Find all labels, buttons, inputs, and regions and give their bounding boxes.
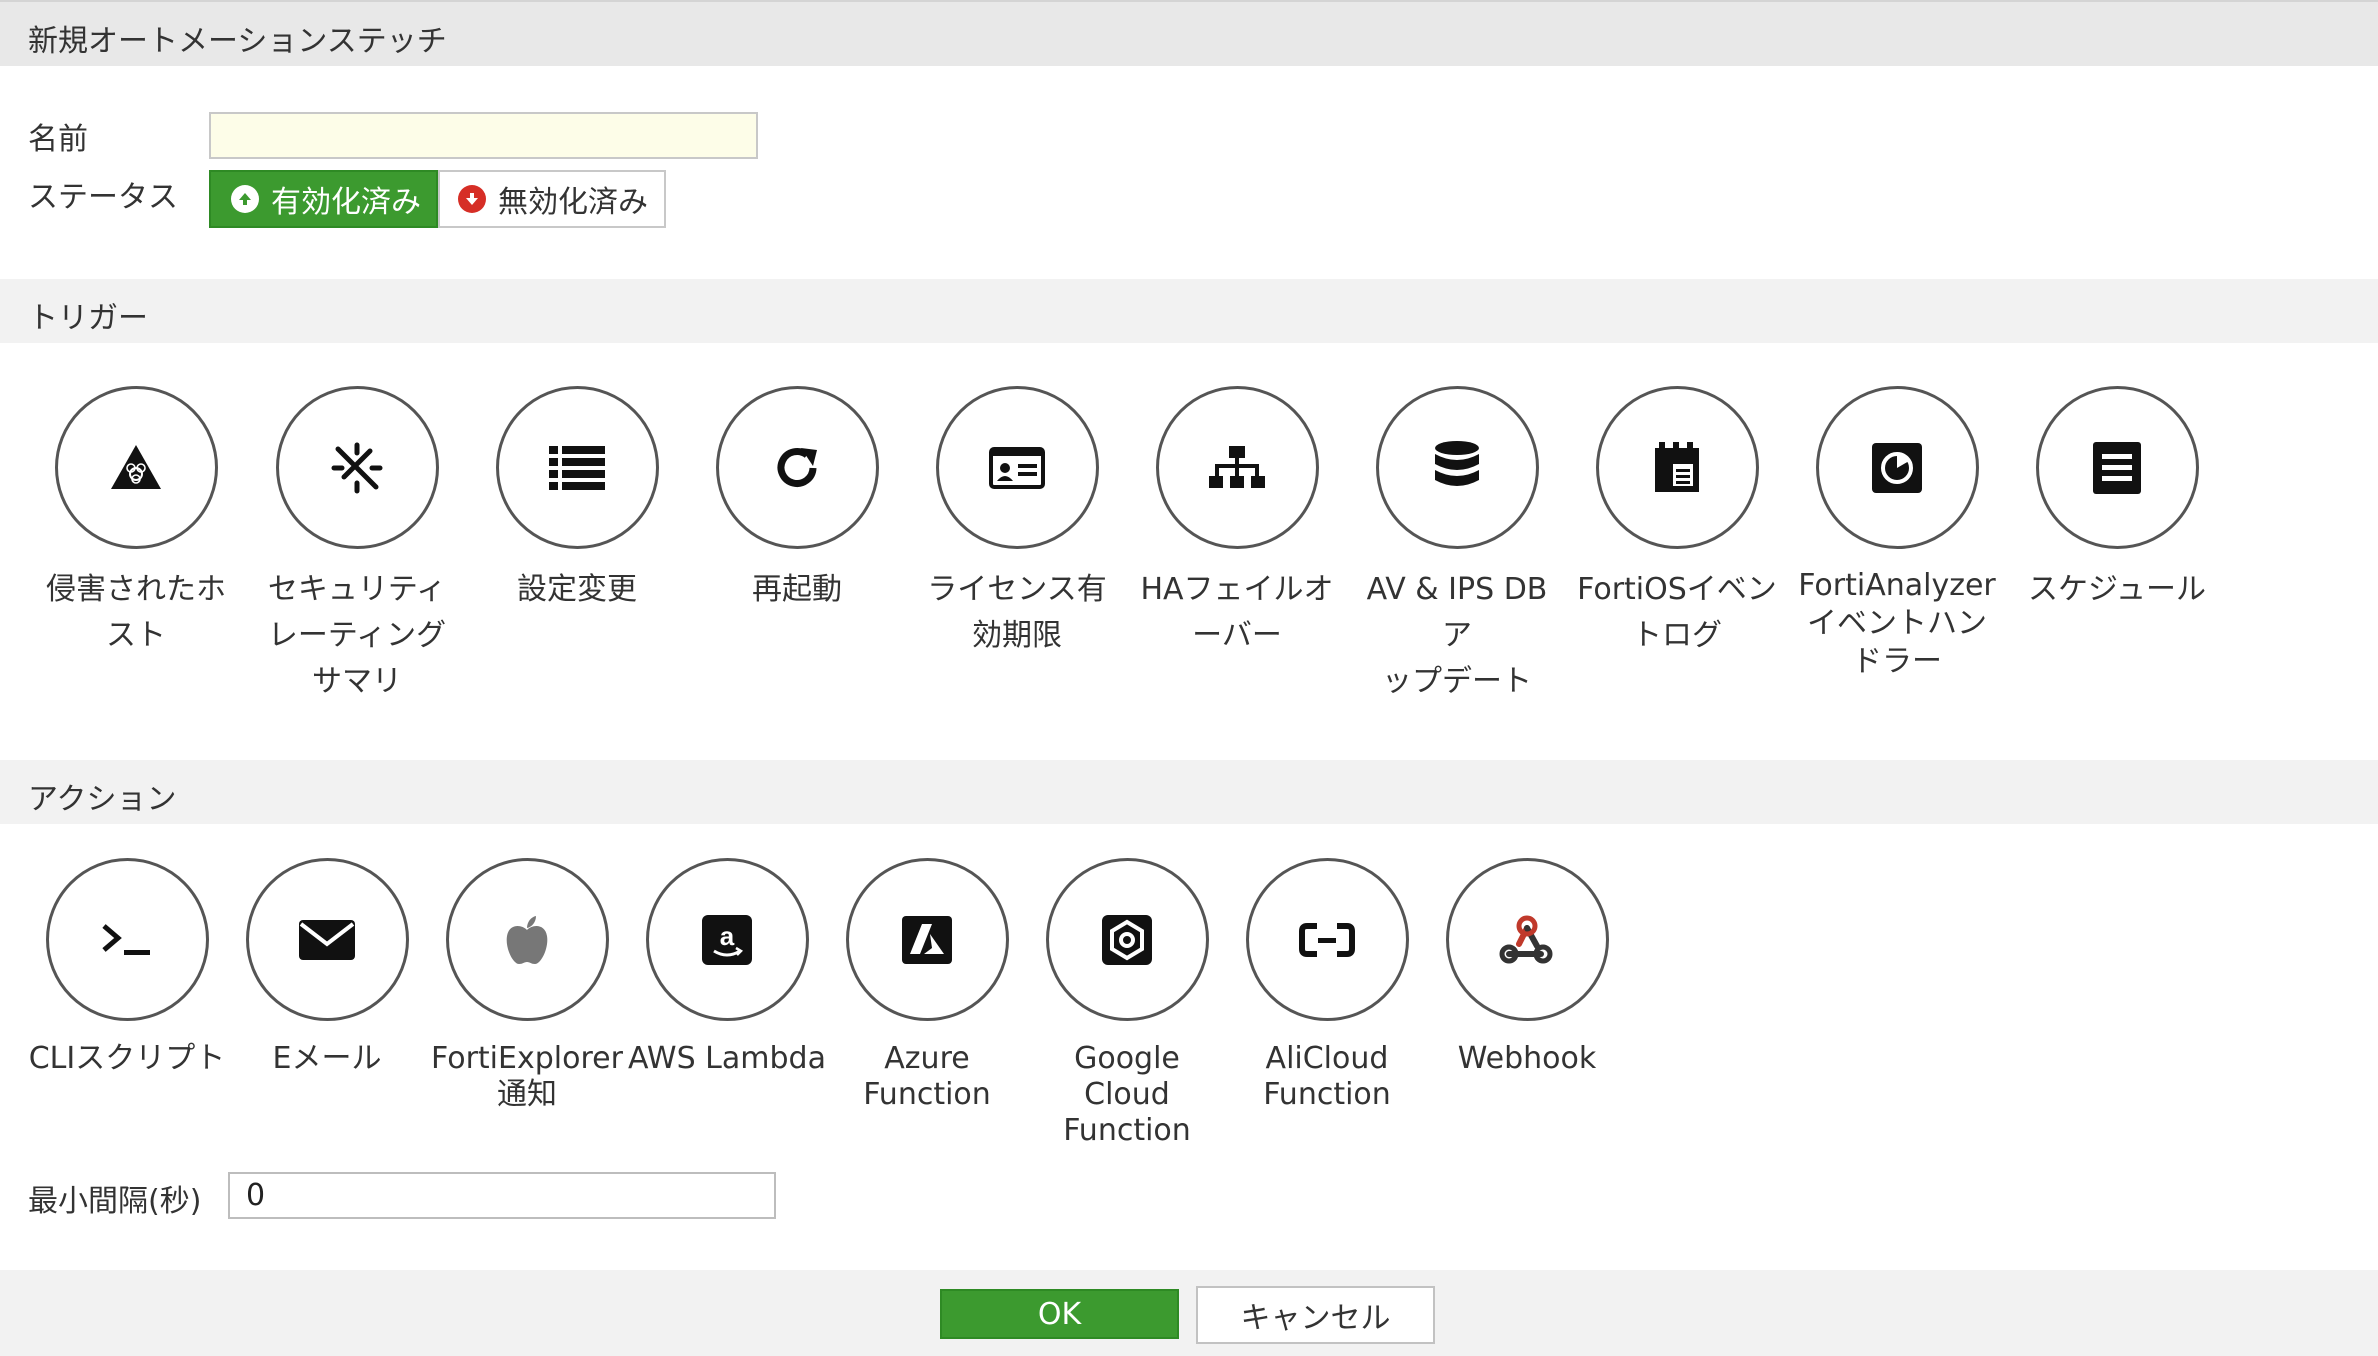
- trigger-reboot[interactable]: 再起動: [697, 386, 897, 613]
- azure-icon: [902, 915, 952, 964]
- cancel-button[interactable]: キャンセル: [1196, 1286, 1435, 1344]
- trigger-circle[interactable]: [1815, 386, 1979, 549]
- fortianalyzer-icon: [1872, 442, 1922, 493]
- ha-sitemap-icon: [1209, 445, 1265, 488]
- action-aws-lambda[interactable]: a AWS Lambda: [627, 858, 827, 1077]
- svg-text:a: a: [720, 921, 735, 951]
- action-circle[interactable]: [245, 858, 409, 1021]
- trigger-label: HAフェイルオ ーバー: [1140, 572, 1334, 653]
- action-label: Eメール: [272, 1041, 382, 1076]
- trigger-label: 設定変更: [517, 572, 637, 607]
- webhook-icon: [1499, 915, 1553, 963]
- status-enabled-label: 有効化済み: [271, 185, 421, 220]
- ok-button[interactable]: OK: [940, 1289, 1179, 1339]
- action-google-cloud-function[interactable]: Google Cloud Function: [1027, 858, 1227, 1149]
- action-label: Google Cloud Function: [1063, 1041, 1191, 1148]
- action-section-title: アクション: [28, 782, 177, 817]
- trigger-label: FortiAnalyzer イベントハン ドラー: [1798, 568, 1996, 679]
- action-label: AWS Lambda: [628, 1041, 826, 1076]
- trigger-label: 侵害されたホ スト: [46, 572, 226, 653]
- action-label: CLIスクリプト: [28, 1041, 226, 1076]
- license-card-icon: [989, 446, 1045, 489]
- apple-icon: [506, 915, 548, 964]
- trigger-section-header: トリガー: [0, 279, 2378, 343]
- security-rating-icon: [331, 442, 383, 493]
- trigger-security-rating[interactable]: セキュリティ レーティング サマリ: [257, 386, 457, 705]
- trigger-circle[interactable]: [1375, 386, 1539, 549]
- action-fortiexplorer-notification[interactable]: FortiExplorer 通知: [427, 858, 627, 1113]
- trigger-av-ips-update[interactable]: AV & IPS DB ア ップデート: [1357, 386, 1557, 705]
- trigger-license-expiry[interactable]: ライセンス有 効期限: [917, 386, 1117, 659]
- reboot-icon: [777, 447, 817, 487]
- list-icon: [549, 445, 605, 490]
- trigger-section-title: トリガー: [28, 301, 148, 336]
- database-icon: [1435, 440, 1479, 486]
- action-email[interactable]: Eメール: [227, 858, 427, 1077]
- trigger-circle[interactable]: [495, 386, 659, 549]
- trigger-circle[interactable]: [275, 386, 439, 549]
- trigger-circle[interactable]: [935, 386, 1099, 549]
- trigger-circle[interactable]: [1595, 386, 1759, 549]
- action-circle[interactable]: [1245, 858, 1409, 1021]
- status-enabled-button[interactable]: 有効化済み: [209, 170, 438, 228]
- action-section-header: アクション: [0, 760, 2378, 824]
- status-label: ステータス: [28, 180, 178, 215]
- trigger-label: 再起動: [752, 572, 842, 607]
- google-cloud-icon: [1102, 914, 1152, 965]
- biohazard-icon: [111, 444, 161, 489]
- trigger-fortios-event-log[interactable]: FortiOSイベン トログ: [1577, 386, 1777, 659]
- trigger-compromised-host[interactable]: 侵害されたホ スト: [36, 386, 236, 659]
- event-log-icon: [1655, 441, 1699, 492]
- trigger-circle[interactable]: [54, 386, 218, 549]
- trigger-fortianalyzer-event[interactable]: FortiAnalyzer イベントハン ドラー: [1797, 386, 1997, 681]
- action-label: Azure Function: [863, 1041, 991, 1112]
- trigger-label: セキュリティ レーティング サマリ: [267, 572, 447, 699]
- action-circle[interactable]: a: [645, 858, 809, 1021]
- action-circle[interactable]: [1045, 858, 1209, 1021]
- trigger-config-change[interactable]: 設定変更: [477, 386, 677, 613]
- action-webhook[interactable]: Webhook: [1427, 858, 1627, 1077]
- action-label: FortiExplorer 通知: [431, 1041, 623, 1112]
- schedule-icon: [2093, 441, 2141, 494]
- action-azure-function[interactable]: Azure Function: [827, 858, 1027, 1113]
- terminal-icon: [102, 923, 150, 955]
- status-disabled-label: 無効化済み: [498, 185, 648, 220]
- status-disabled-button[interactable]: 無効化済み: [438, 170, 666, 228]
- trigger-label: スケジュール: [2028, 572, 2206, 607]
- action-circle[interactable]: [445, 858, 609, 1021]
- trigger-label: ライセンス有 効期限: [927, 572, 1107, 653]
- action-cli-script[interactable]: CLIスクリプト: [27, 858, 227, 1077]
- dialog-title-bar: 新規オートメーションステッチ: [0, 0, 2378, 66]
- arrow-down-circle-icon: [458, 185, 486, 213]
- dialog-footer: [0, 1270, 2378, 1356]
- trigger-circle[interactable]: [1155, 386, 1319, 549]
- action-label: Webhook: [1457, 1041, 1597, 1076]
- trigger-label: FortiOSイベン トログ: [1577, 572, 1777, 653]
- action-alicloud-function[interactable]: AliCloud Function: [1227, 858, 1427, 1113]
- alicloud-icon: [1299, 922, 1355, 957]
- action-circle[interactable]: [1445, 858, 1609, 1021]
- trigger-circle[interactable]: [715, 386, 879, 549]
- dialog-title: 新規オートメーションステッチ: [28, 24, 447, 59]
- trigger-circle[interactable]: [2035, 386, 2199, 549]
- action-label: AliCloud Function: [1263, 1041, 1391, 1112]
- action-circle[interactable]: [45, 858, 209, 1021]
- action-circle[interactable]: [845, 858, 1009, 1021]
- trigger-label: AV & IPS DB ア ップデート: [1366, 572, 1548, 699]
- name-input[interactable]: [209, 112, 758, 159]
- trigger-ha-failover[interactable]: HAフェイルオ ーバー: [1137, 386, 1337, 659]
- envelope-icon: [299, 919, 355, 960]
- interval-input[interactable]: 0: [228, 1172, 776, 1219]
- interval-label: 最小間隔(秒): [28, 1184, 202, 1219]
- amazon-icon: a: [702, 914, 752, 965]
- arrow-up-circle-icon: [231, 185, 259, 213]
- name-label: 名前: [28, 122, 88, 157]
- trigger-schedule[interactable]: スケジュール: [2017, 386, 2217, 613]
